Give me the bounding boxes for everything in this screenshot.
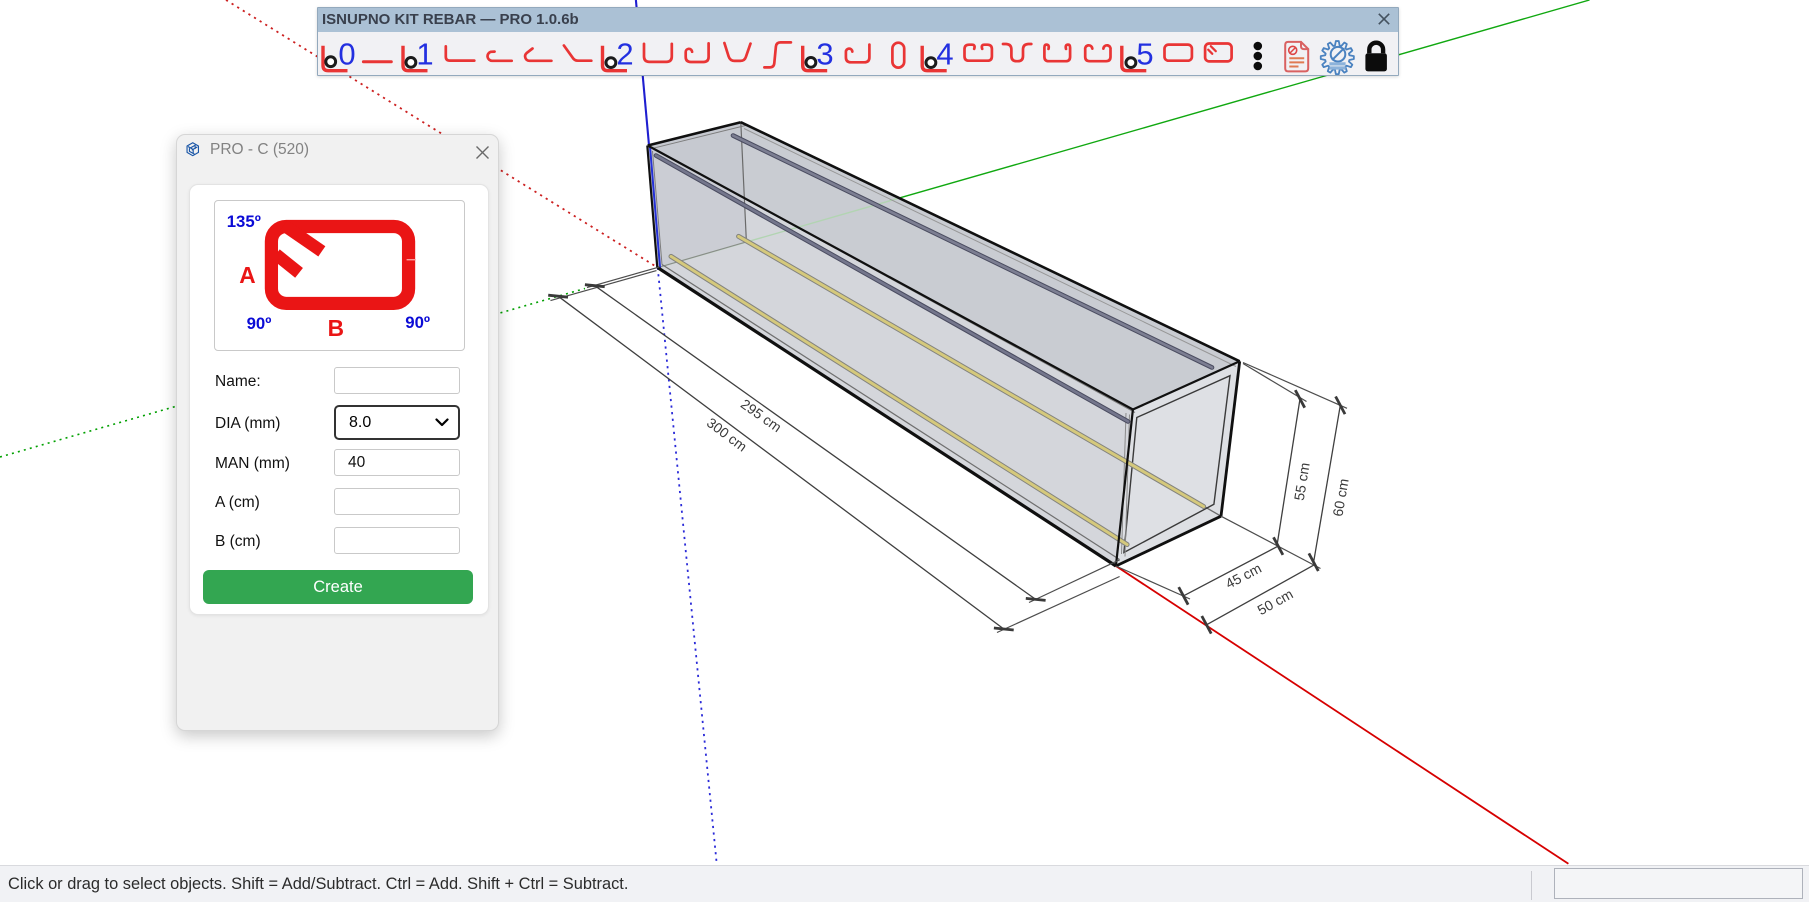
svg-text:90º: 90º <box>247 314 272 333</box>
svg-text:B: B <box>328 315 344 341</box>
svg-text:A: A <box>239 262 255 288</box>
svg-text:4: 4 <box>936 37 953 72</box>
svg-text:50 cm: 50 cm <box>1255 586 1296 619</box>
svg-text:90º: 90º <box>405 313 430 332</box>
svg-text:135º: 135º <box>227 212 261 231</box>
svg-text:55 cm: 55 cm <box>1291 461 1313 501</box>
svg-text:2: 2 <box>616 37 633 72</box>
svg-text:60 cm: 60 cm <box>1329 477 1351 517</box>
svg-text:3: 3 <box>816 37 833 72</box>
svg-text:5: 5 <box>1136 37 1153 72</box>
svg-text:0: 0 <box>338 37 355 72</box>
svg-text:1: 1 <box>416 37 433 72</box>
